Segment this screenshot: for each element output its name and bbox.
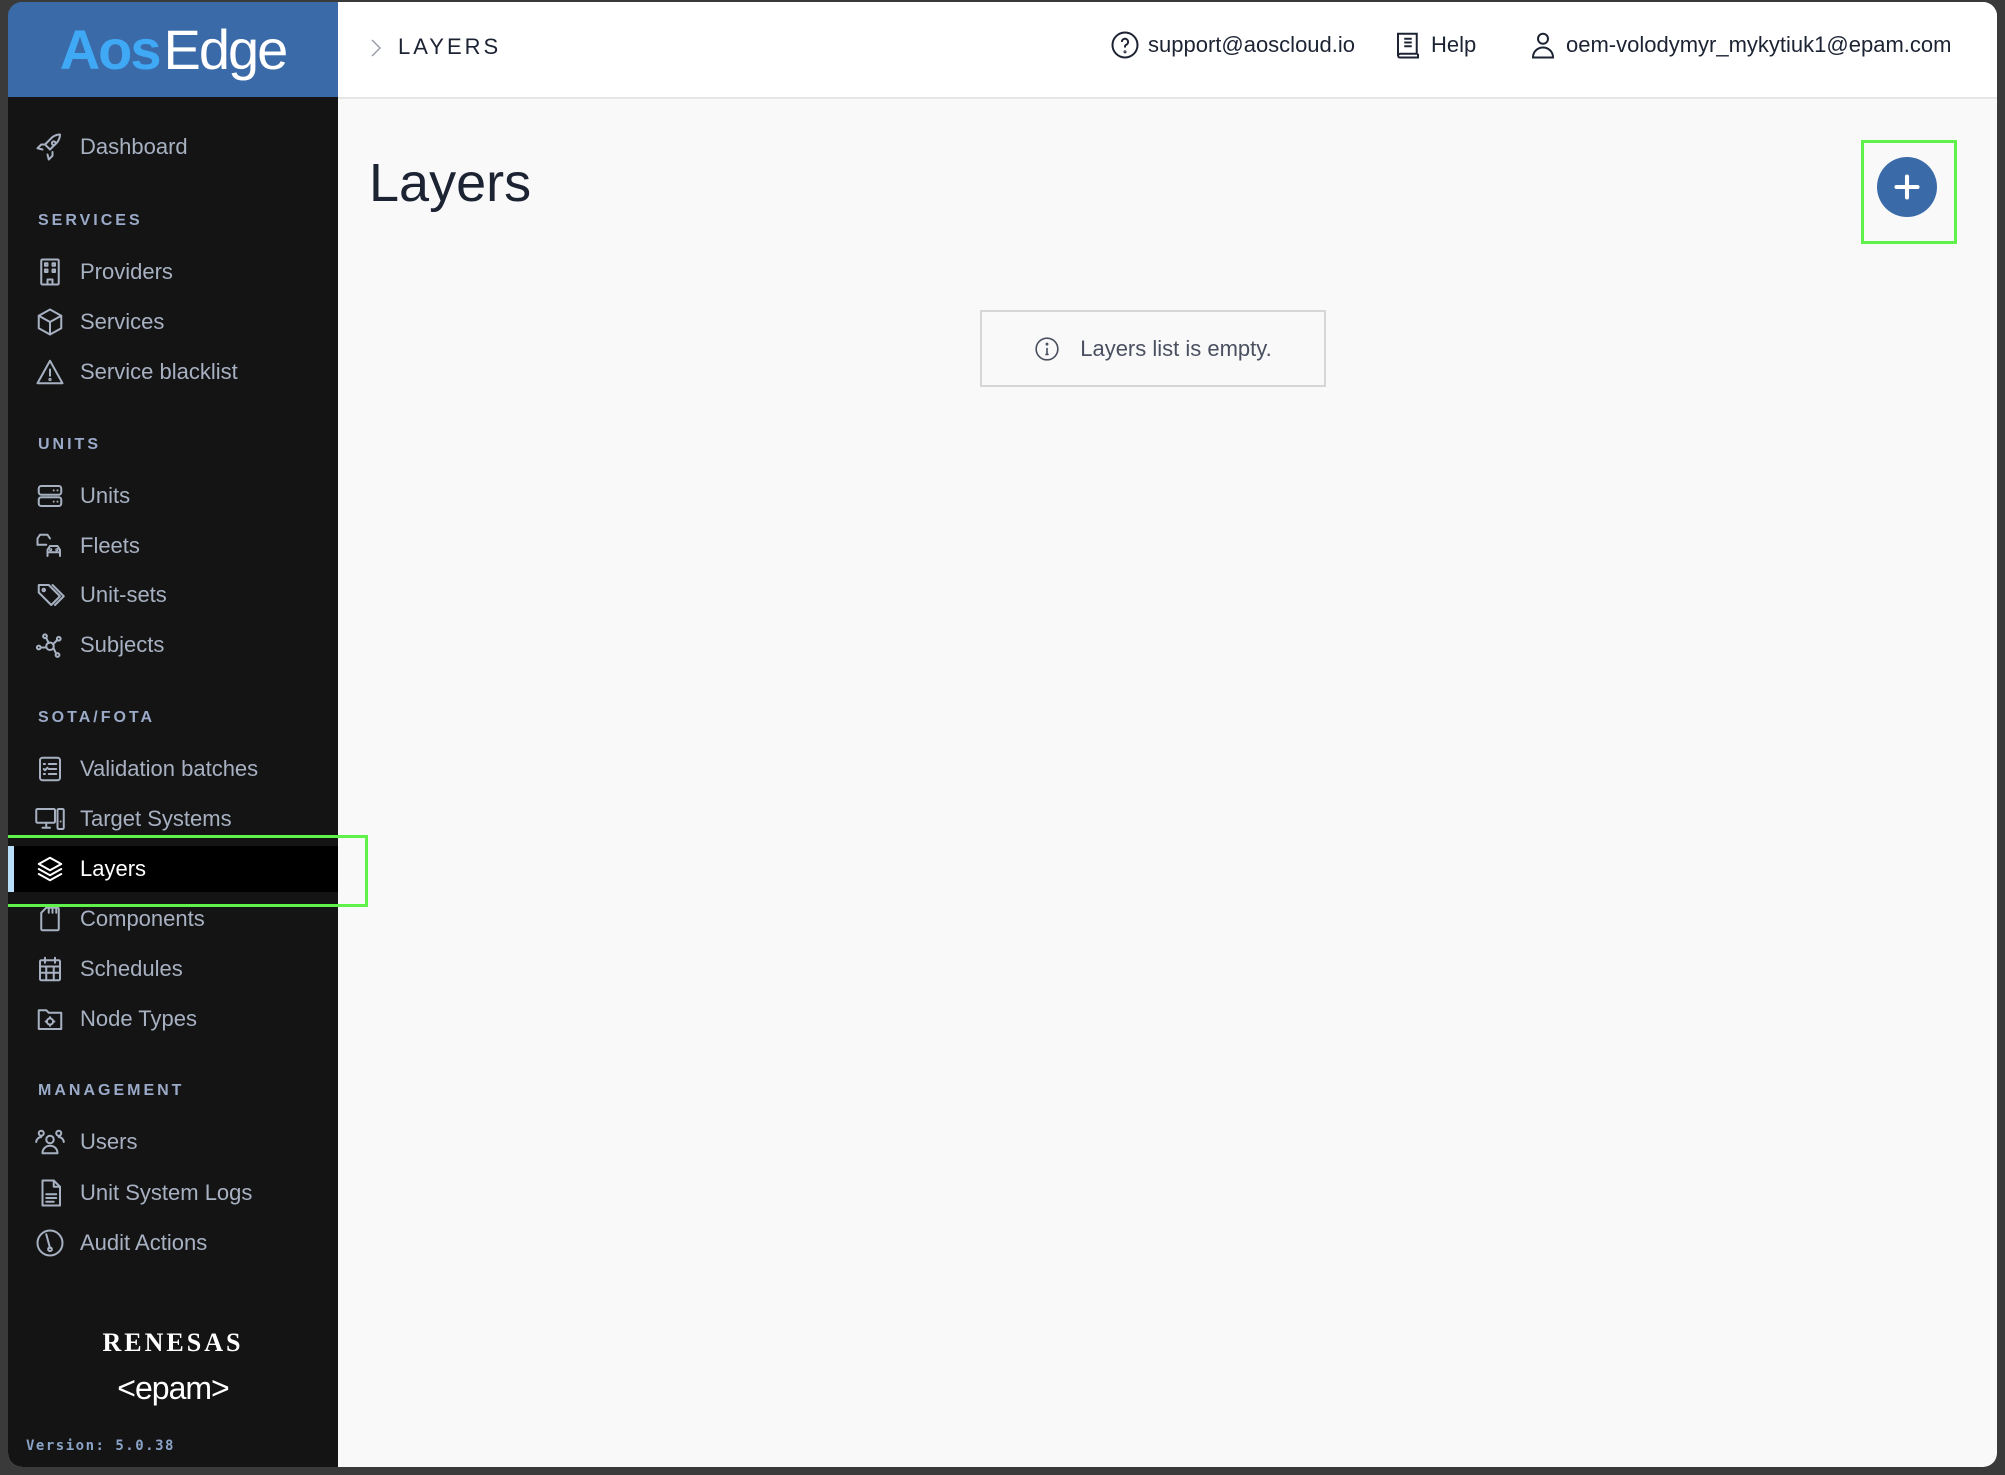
user-email: oem-volodymyr_mykytiuk1@epam.com	[1566, 32, 1952, 57]
calendar-icon	[33, 952, 67, 986]
sidebar-item-service-blacklist[interactable]: Service blacklist	[8, 349, 338, 395]
sidebar-item-label: Dashboard	[80, 134, 188, 159]
tags-icon	[33, 578, 67, 612]
user-menu[interactable]: oem-volodymyr_mykytiuk1@epam.com	[1528, 30, 1951, 60]
app-version: Version: 5.0.38	[26, 1438, 175, 1454]
info-icon	[1035, 336, 1059, 361]
document-icon	[33, 1176, 67, 1210]
sidebar-item-unit-sets[interactable]: Unit-sets	[8, 572, 338, 618]
sidebar-item-node-types[interactable]: Node Types	[8, 996, 338, 1042]
sidebar-item-subjects[interactable]: Subjects	[8, 622, 338, 668]
help-circle-icon	[1111, 31, 1139, 59]
help-label: Help	[1431, 32, 1477, 57]
sidebar-item-label: Target Systems	[80, 806, 232, 831]
sidebar-item-users[interactable]: Users	[8, 1119, 338, 1165]
cars-icon	[33, 529, 67, 563]
sidebar-item-label: Schedules	[80, 956, 183, 981]
computer-icon	[33, 802, 67, 836]
warning-icon	[33, 355, 67, 389]
user-icon	[1531, 32, 1555, 59]
gauge-icon	[33, 1226, 67, 1260]
sidebar-item-label: Node Types	[80, 1006, 198, 1031]
chevron-right-icon	[371, 39, 382, 57]
cube-icon	[33, 305, 67, 339]
sidebar-item-dashboard[interactable]: Dashboard	[8, 124, 338, 170]
sidebar-item-label: Services	[80, 309, 165, 334]
empty-state: Layers list is empty.	[980, 310, 1326, 387]
sidebar-item-target-systems[interactable]: Target Systems	[8, 796, 338, 842]
section-title-units: UNITS	[38, 436, 101, 453]
sidebar-item-label: Users	[80, 1129, 138, 1154]
sidebar-item-label: Layers	[80, 856, 147, 881]
building-icon	[33, 255, 67, 289]
section-title-services: SERVICES	[38, 212, 143, 229]
book-icon	[1397, 32, 1419, 59]
checklist-icon	[33, 752, 67, 786]
empty-message: Layers list is empty.	[1080, 335, 1272, 361]
sidebar-item-units[interactable]: Units	[8, 473, 338, 519]
sidebar-item-fleets[interactable]: Fleets	[8, 523, 338, 569]
rocket-icon	[33, 130, 67, 164]
sidebar: Aos Edge Dashboard SERVICES Providers Se…	[8, 2, 338, 1467]
network-icon	[33, 628, 67, 662]
sidebar-item-label: Validation batches	[80, 756, 259, 781]
plus-icon	[1894, 174, 1920, 200]
sd-card-icon	[33, 902, 67, 936]
sidebar-item-validation-batches[interactable]: Validation batches	[8, 746, 338, 792]
sidebar-item-services[interactable]: Services	[8, 299, 338, 345]
support-link[interactable]: support@aoscloud.io	[1110, 30, 1355, 60]
sidebar-item-label: Unit-sets	[80, 582, 167, 607]
sidebar-item-label: Service blacklist	[80, 359, 238, 384]
sidebar-item-label: Providers	[80, 259, 173, 284]
sidebar-item-audit-actions[interactable]: Audit Actions	[8, 1220, 338, 1266]
sidebar-item-providers[interactable]: Providers	[8, 249, 338, 295]
sidebar-item-label: Subjects	[80, 632, 165, 657]
app-logo[interactable]: Aos Edge	[8, 2, 338, 97]
support-email: support@aoscloud.io	[1148, 32, 1356, 57]
sidebar-item-layers[interactable]: Layers	[8, 846, 338, 892]
sidebar-item-label: Audit Actions	[80, 1230, 208, 1255]
page-title: Layers	[369, 153, 532, 213]
top-header: LAYERS support@aoscloud.io Help oem-volo…	[338, 2, 1997, 99]
section-title-management: MANAGEMENT	[38, 1082, 185, 1099]
server-icon	[33, 479, 67, 513]
folder-gear-icon	[33, 1002, 67, 1036]
renesas-logo: RENESAS	[102, 1328, 244, 1357]
sidebar-item-label: Components	[80, 906, 205, 931]
sidebar-item-schedules[interactable]: Schedules	[8, 946, 338, 992]
sidebar-item-label: Unit System Logs	[80, 1180, 253, 1205]
layers-icon	[33, 852, 67, 886]
help-link[interactable]: Help	[1393, 30, 1476, 60]
section-title-sota-fota: SOTA/FOTA	[38, 709, 156, 726]
breadcrumb: LAYERS	[398, 34, 502, 59]
logo-aos: Aos	[59, 18, 162, 81]
sidebar-item-label: Units	[80, 483, 131, 508]
app-window: Aos Edge Dashboard SERVICES Providers Se…	[8, 2, 1997, 1467]
add-layer-button[interactable]	[1877, 157, 1937, 217]
sidebar-item-label: Fleets	[80, 533, 140, 558]
logo-edge: Edge	[163, 18, 289, 81]
sidebar-item-components[interactable]: Components	[8, 896, 338, 942]
epam-logo: <epam>	[117, 1370, 229, 1406]
sidebar-item-unit-system-logs[interactable]: Unit System Logs	[8, 1170, 338, 1216]
users-icon	[33, 1125, 67, 1159]
